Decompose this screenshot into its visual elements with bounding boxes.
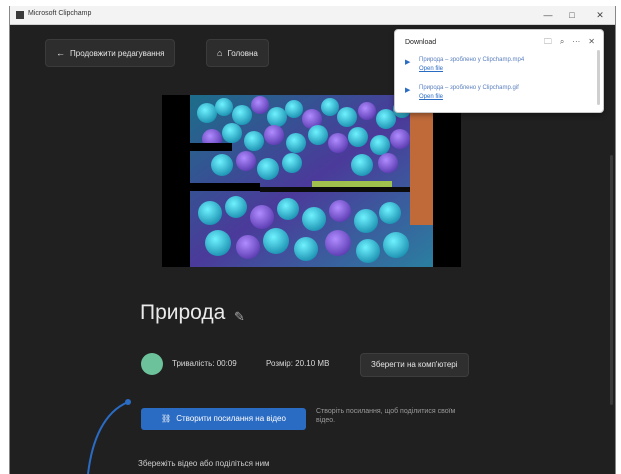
edit-title-icon[interactable]: ✎	[234, 309, 245, 325]
app-icon	[16, 11, 24, 19]
open-file-link[interactable]: Open file	[419, 66, 443, 72]
home-label: Головна	[227, 49, 258, 58]
project-title: Природа	[140, 301, 226, 324]
download-panel-title: Download	[405, 39, 437, 46]
download-toolbar: 🗀 ⌕ ··· ✕	[536, 36, 595, 50]
folder-icon[interactable]: 🗀	[544, 37, 552, 46]
window-title: Microsoft Clipchamp	[28, 10, 92, 17]
title-bar: Microsoft Clipchamp — □ ✕	[10, 6, 615, 25]
continue-editing-button[interactable]: ← Продовжити редагування	[45, 39, 176, 67]
download-item[interactable]: ▶ Природа – зроблено у Clipchamp.gif Ope…	[403, 84, 588, 104]
home-button[interactable]: ⌂ Головна	[206, 39, 269, 67]
close-button[interactable]: ✕	[591, 8, 609, 22]
minimize-button[interactable]: —	[539, 8, 557, 22]
create-link-hint: Створіть посилання, щоб поділитися своїм…	[316, 408, 456, 424]
save-to-computer-button[interactable]: Зберегти на комп'ютері	[360, 353, 469, 377]
file-icon: ▶	[405, 87, 411, 94]
download-file-name: Природа – зроблено у Clipchamp.gif	[419, 85, 519, 91]
share-section-heading: Збережіть відео або поділіться ним	[138, 459, 270, 468]
file-icon: ▶	[405, 59, 411, 66]
duration-text: Тривалість: 00:09	[172, 359, 237, 368]
page-scrollbar[interactable]	[610, 155, 613, 405]
download-panel: Download 🗀 ⌕ ··· ✕ ▶ Природа – зроблено у C…	[394, 29, 604, 113]
back-arrow-icon: ←	[56, 48, 65, 58]
download-scrollbar[interactable]	[597, 50, 600, 105]
video-frame-image	[190, 95, 433, 267]
search-icon[interactable]: ⌕	[560, 37, 564, 46]
file-size-text: Розмір: 20.10 МВ	[266, 359, 330, 368]
maximize-button[interactable]: □	[563, 8, 581, 22]
create-video-link-label: Створити посилання на відео	[176, 414, 286, 423]
download-file-name: Природа – зроблено у Clipchamp.mp4	[419, 57, 525, 63]
download-item[interactable]: ▶ Природа – зроблено у Clipchamp.mp4 Ope…	[403, 56, 588, 76]
home-icon: ⌂	[217, 48, 223, 58]
link-icon: ⛓	[161, 414, 172, 423]
video-preview[interactable]	[162, 95, 461, 267]
create-video-link-button[interactable]: ⛓ Створити посилання на відео	[141, 408, 306, 430]
open-file-link[interactable]: Open file	[419, 94, 443, 100]
more-options-icon[interactable]: ···	[572, 37, 580, 46]
close-icon[interactable]: ✕	[588, 37, 595, 46]
continue-editing-label: Продовжити редагування	[70, 49, 165, 58]
avatar	[141, 353, 163, 375]
